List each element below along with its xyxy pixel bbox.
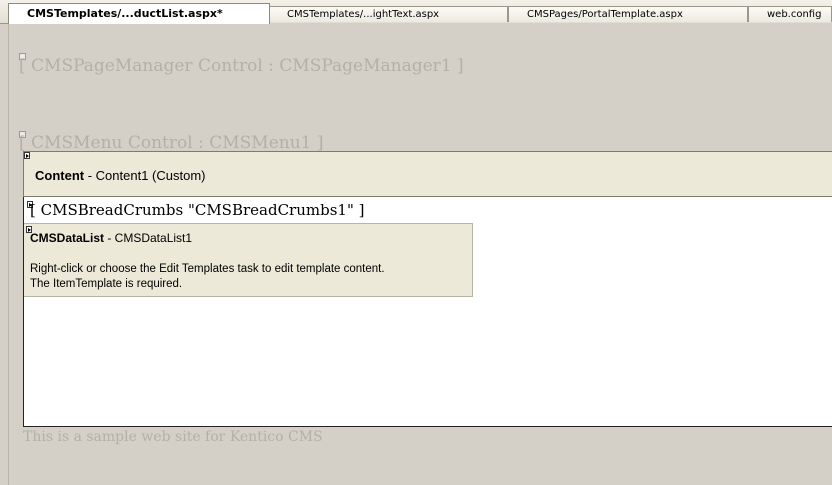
smart-tag-icon[interactable] xyxy=(24,152,30,159)
tab-label: CMSPages/PortalTemplate.aspx xyxy=(527,9,683,20)
tab-label: web.config xyxy=(767,9,822,20)
design-surface[interactable]: [ CMSPageManager Control : CMSPageManage… xyxy=(8,23,832,485)
datalist-title-bold: CMSDataList xyxy=(30,231,105,245)
datalist-title: CMSDataList - CMSDataList1 xyxy=(30,231,192,245)
content-title-rest: - Content1 (Custom) xyxy=(84,168,206,183)
content-title-bold: Content xyxy=(35,168,85,183)
menu-control[interactable]: [ CMSMenu Control : CMSMenu1 ] xyxy=(19,133,324,153)
content-region-header[interactable]: Content - Content1 (Custom) xyxy=(23,151,832,197)
tab-webconfig[interactable]: web.config xyxy=(748,6,832,22)
tab-righttext[interactable]: CMSTemplates/...ightText.aspx xyxy=(268,6,508,22)
tab-label: CMSTemplates/...ightText.aspx xyxy=(287,9,440,20)
datalist-message: Right-click or choose the Edit Templates… xyxy=(30,262,385,292)
tab-productlist[interactable]: CMSTemplates/...ductList.aspx* xyxy=(8,3,270,24)
footer-text: This is a sample web site for Kentico CM… xyxy=(23,429,323,445)
datalist-message-line1: Right-click or choose the Edit Templates… xyxy=(30,263,385,275)
tab-label: CMSTemplates/...ductList.aspx* xyxy=(27,7,223,20)
page-manager-control[interactable]: [ CMSPageManager Control : CMSPageManage… xyxy=(19,56,464,76)
tab-portaltemplate[interactable]: CMSPages/PortalTemplate.aspx xyxy=(508,6,748,22)
document-tab-strip: CMSTemplates/...ductList.aspx* CMSTempla… xyxy=(0,0,832,24)
content-region-title: Content - Content1 (Custom) xyxy=(35,168,205,183)
datalist-control[interactable]: CMSDataList - CMSDataList1 Right-click o… xyxy=(24,223,473,297)
datalist-message-line2: The ItemTemplate is required. xyxy=(30,278,183,290)
breadcrumbs-control[interactable]: [ CMSBreadCrumbs "CMSBreadCrumbs1" ] xyxy=(30,201,364,219)
content-region-body[interactable]: [ CMSBreadCrumbs "CMSBreadCrumbs1" ] CMS… xyxy=(23,197,832,427)
datalist-title-rest: - CMSDataList1 xyxy=(104,231,193,245)
